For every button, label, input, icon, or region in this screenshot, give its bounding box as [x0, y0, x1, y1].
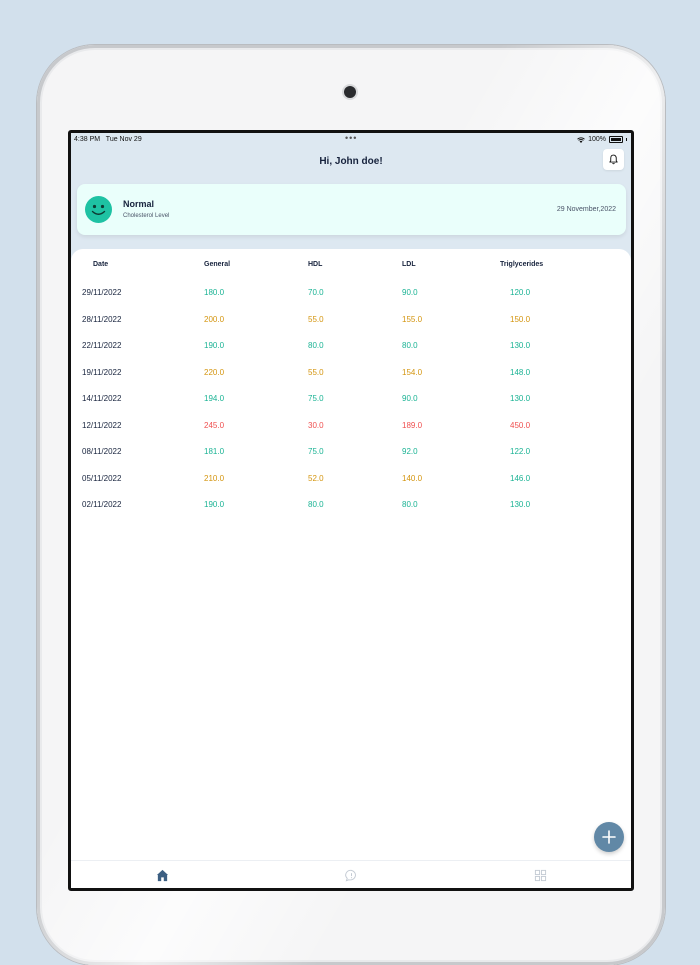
tab-menu[interactable]: [533, 868, 547, 882]
status-bar: 4:38 PM Tue Nov 29 ••• 100%: [71, 133, 631, 147]
hdl-cell: 55.0: [308, 314, 324, 324]
table-row[interactable]: 22/11/2022 190.0 80.0 80.0 130.0: [71, 341, 631, 361]
date-cell: 22/11/2022: [82, 341, 122, 350]
date-cell: 08/11/2022: [82, 447, 122, 456]
hdl-cell: 75.0: [308, 394, 324, 403]
ldl-cell: 140.0: [402, 473, 423, 483]
date-cell: 12/11/2022: [82, 420, 122, 430]
chat-icon: [344, 869, 356, 882]
table-row[interactable]: 05/11/2022 210.0 52.0 140.0 146.0: [71, 474, 631, 494]
battery-icon: [609, 136, 623, 143]
general-cell: 200.0: [204, 314, 225, 324]
triglycerides-cell: 122.0: [510, 447, 531, 456]
header-triglycerides: Triglycerides: [500, 261, 544, 268]
hdl-cell: 80.0: [308, 500, 324, 509]
ldl-cell: 189.0: [402, 420, 423, 430]
triglycerides-cell: 130.0: [510, 341, 531, 350]
header-ldl: LDL: [402, 261, 416, 268]
table-row[interactable]: 02/11/2022 190.0 80.0 80.0 130.0: [71, 500, 631, 520]
triglycerides-cell: 130.0: [510, 394, 531, 403]
wifi-icon: [577, 136, 585, 143]
general-cell: 194.0: [204, 394, 225, 403]
header-general: General: [204, 261, 231, 268]
ldl-cell: 80.0: [402, 341, 418, 350]
general-cell: 180.0: [204, 288, 225, 297]
date-cell: 29/11/2022: [82, 288, 122, 297]
grid-icon: [534, 869, 546, 881]
table-row[interactable]: 19/11/2022 220.0 55.0 154.0 148.0: [71, 368, 631, 388]
table-row[interactable]: 12/11/2022 245.0 30.0 189.0 450.0: [71, 421, 631, 441]
status-time: 4:38 PM: [74, 136, 101, 143]
status-date: Tue Nov 29: [105, 136, 142, 143]
bell-icon: [609, 154, 618, 165]
hdl-cell: 70.0: [308, 288, 324, 297]
tab-home[interactable]: [155, 868, 169, 882]
date-cell: 02/11/2022: [82, 500, 122, 509]
readings-panel: Date General HDL LDL Triglycerides 29/11…: [71, 249, 631, 888]
general-cell: 181.0: [204, 447, 225, 456]
table-row[interactable]: 29/11/2022 180.0 70.0 90.0 120.0: [71, 288, 631, 308]
smiley-icon: [85, 196, 112, 223]
hdl-cell: 80.0: [308, 341, 324, 350]
date-cell: 28/11/2022: [82, 314, 122, 324]
tablet-screen: 4:38 PM Tue Nov 29 ••• 100% Hi, John doe…: [68, 130, 634, 891]
general-cell: 245.0: [204, 420, 225, 430]
battery-percent: 100%: [588, 136, 606, 143]
general-cell: 210.0: [204, 473, 225, 483]
general-cell: 190.0: [204, 341, 225, 350]
home-icon: [156, 869, 168, 881]
triglycerides-cell: 120.0: [510, 288, 531, 297]
hdl-cell: 52.0: [308, 473, 324, 483]
general-cell: 190.0: [204, 500, 225, 509]
add-reading-button[interactable]: [594, 822, 624, 852]
status-title: Normal: [123, 199, 155, 209]
table-row[interactable]: 14/11/2022 194.0 75.0 90.0 130.0: [71, 394, 631, 414]
triglycerides-cell: 146.0: [510, 473, 531, 483]
camera-lens: [344, 86, 356, 98]
tab-messages[interactable]: [344, 868, 358, 882]
table-row[interactable]: 08/11/2022 181.0 75.0 92.0 122.0: [71, 447, 631, 467]
triglycerides-cell: 150.0: [510, 314, 531, 324]
ldl-cell: 90.0: [402, 288, 418, 297]
header-date: Date: [93, 261, 109, 268]
status-date-label: 29 November,2022: [556, 206, 616, 213]
table-row[interactable]: 28/11/2022 200.0 55.0 155.0 150.0: [71, 315, 631, 335]
general-cell: 220.0: [204, 367, 225, 377]
app-display: 4:38 PM Tue Nov 29 ••• 100% Hi, John doe…: [71, 133, 631, 888]
hdl-cell: 75.0: [308, 447, 324, 456]
triglycerides-cell: 148.0: [510, 367, 531, 377]
notifications-button[interactable]: [603, 149, 624, 170]
ldl-cell: 90.0: [402, 394, 418, 403]
hdl-cell: 55.0: [308, 367, 324, 377]
date-cell: 05/11/2022: [82, 473, 122, 483]
triglycerides-cell: 450.0: [510, 420, 531, 430]
ldl-cell: 154.0: [402, 367, 423, 377]
header-hdl: HDL: [308, 261, 323, 268]
tab-bar: [71, 860, 631, 888]
date-cell: 19/11/2022: [82, 367, 122, 377]
date-cell: 14/11/2022: [82, 394, 122, 403]
ldl-cell: 155.0: [402, 314, 423, 324]
ldl-cell: 92.0: [402, 447, 418, 456]
hdl-cell: 30.0: [308, 420, 324, 430]
cholesterol-status-card[interactable]: Normal Cholesterol Level 29 November,202…: [77, 184, 626, 235]
plus-icon: [602, 830, 616, 844]
status-subtitle: Cholesterol Level: [123, 213, 170, 219]
multitask-dots: •••: [345, 133, 358, 143]
ldl-cell: 80.0: [402, 500, 418, 509]
triglycerides-cell: 130.0: [510, 500, 531, 509]
greeting-title: Hi, John doe!: [319, 156, 383, 167]
